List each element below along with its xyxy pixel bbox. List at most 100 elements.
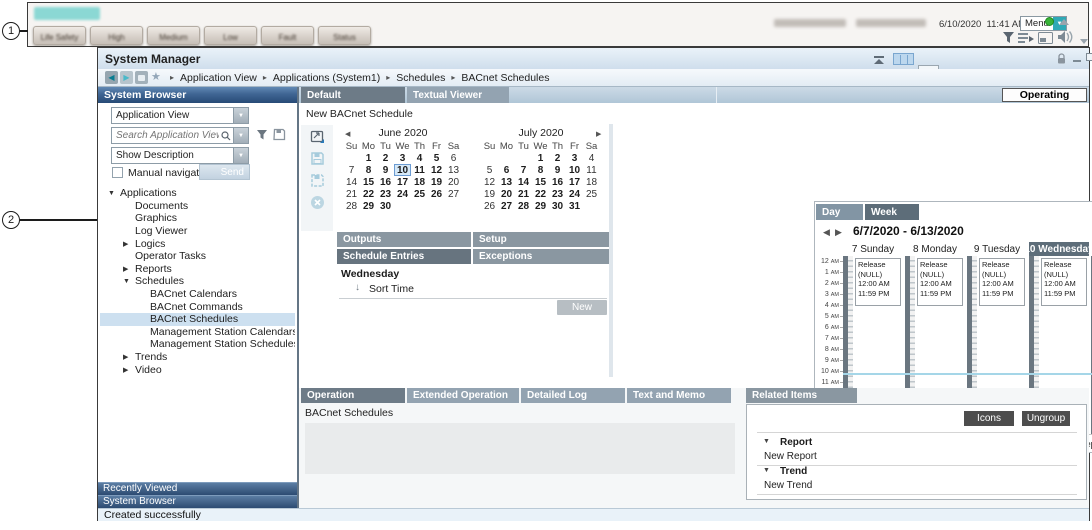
tree-item-reports[interactable]: ▶Reports: [100, 263, 295, 276]
tab-extended-operation[interactable]: Extended Operation: [407, 388, 519, 403]
calendar-day-cell[interactable]: 23: [549, 188, 566, 200]
tree-item-applications[interactable]: ▼Applications: [100, 187, 295, 200]
breadcrumb-item[interactable]: Schedules: [396, 72, 445, 84]
related-item-link[interactable]: New Trend: [764, 480, 812, 491]
schedule-event[interactable]: Release(NULL)12:00 AM11:59 PM: [855, 258, 901, 306]
week-day-header[interactable]: 9 Tuesday: [967, 242, 1027, 256]
calendar-day-cell[interactable]: 18: [411, 176, 428, 188]
calendar-day-cell[interactable]: 29: [532, 200, 549, 212]
week-day-header[interactable]: 8 Monday: [905, 242, 965, 256]
summary-button-fault[interactable]: Fault: [261, 26, 314, 45]
tab-day[interactable]: Day: [816, 204, 863, 220]
restore-icon[interactable]: [1086, 53, 1092, 61]
properties-icon[interactable]: [310, 129, 325, 144]
calendar-day-cell[interactable]: 4: [583, 152, 600, 164]
expanded-arrow-icon[interactable]: ▼: [108, 190, 120, 197]
tree-item-bacnet-schedules[interactable]: BACnet Schedules: [100, 313, 295, 326]
back-icon[interactable]: ◀: [105, 71, 118, 84]
week-prev-icon[interactable]: ◀: [823, 227, 830, 238]
collapsed-arrow-icon[interactable]: ▶: [123, 240, 135, 248]
calendar-day-cell[interactable]: 3: [566, 152, 583, 164]
tab-detailed-log[interactable]: Detailed Log: [521, 388, 625, 403]
calendar-day-cell[interactable]: 1: [532, 152, 549, 164]
calendar-day-cell[interactable]: 4: [411, 152, 428, 164]
save-as-icon[interactable]: [310, 173, 325, 188]
tab-default[interactable]: Default: [301, 87, 405, 103]
tab-text-and-memo[interactable]: Text and Memo: [627, 388, 731, 403]
summary-button-life-safety[interactable]: Life Safety: [33, 26, 86, 45]
calendar-day-cell[interactable]: 17: [566, 176, 583, 188]
search-icon[interactable]: [221, 131, 231, 141]
search-box[interactable]: ▼: [111, 127, 249, 144]
expanded-arrow-icon[interactable]: ▼: [763, 438, 770, 445]
calendar-day-cell[interactable]: 25: [583, 188, 600, 200]
calendar-day-cell[interactable]: 15: [532, 176, 549, 188]
calendar-day-cell[interactable]: 6: [445, 152, 462, 164]
speaker-icon[interactable]: [1057, 30, 1074, 44]
calendar-day-cell[interactable]: 17: [394, 176, 411, 188]
calendar-day-cell[interactable]: 20: [498, 188, 515, 200]
collapse-pane-icon[interactable]: [874, 56, 884, 64]
calendar-day-cell[interactable]: 12: [428, 164, 445, 176]
collapse-summary-icon[interactable]: [1059, 19, 1069, 25]
sort-down-icon[interactable]: ↓: [355, 282, 360, 293]
calendar-day-cell[interactable]: 20: [445, 176, 462, 188]
calendar-day-cell[interactable]: 24: [394, 188, 411, 200]
calendar-day-cell[interactable]: 26: [481, 200, 498, 212]
recently-viewed-bar[interactable]: Recently Viewed: [98, 482, 298, 495]
calendar-day-cell[interactable]: 6: [498, 164, 515, 176]
lock-icon[interactable]: [1056, 53, 1067, 65]
summary-button-medium[interactable]: Medium: [147, 26, 200, 45]
ungroup-button[interactable]: Ungroup: [1022, 411, 1070, 426]
description-selector-dropdown[interactable]: Show Description ▼: [111, 147, 249, 164]
week-day-header[interactable]: 10 Wednesday: [1029, 242, 1089, 256]
calendar-day-cell[interactable]: 28: [343, 200, 360, 212]
view-selector-dropdown[interactable]: Application View ▼: [111, 107, 249, 124]
chevron-down-icon[interactable]: ▼: [233, 108, 248, 123]
tab-outputs[interactable]: Outputs: [337, 232, 471, 247]
related-items-header[interactable]: Related Items: [746, 388, 857, 403]
calendar-day-cell[interactable]: 13: [498, 176, 515, 188]
schedule-event[interactable]: Release(NULL)12:00 AM11:59 PM: [1041, 258, 1087, 306]
calendar-day-cell[interactable]: 2: [377, 152, 394, 164]
expand-more-icon[interactable]: [1080, 39, 1088, 44]
new-entry-button[interactable]: New: [557, 300, 607, 315]
tree-item-trends[interactable]: ▶Trends: [100, 351, 295, 364]
expanded-arrow-icon[interactable]: ▼: [123, 278, 135, 285]
chevron-down-icon[interactable]: ▼: [233, 148, 248, 163]
delete-icon[interactable]: [310, 195, 325, 210]
calendar-next-icon[interactable]: ▶: [596, 130, 601, 138]
calendar-day-cell[interactable]: 8: [532, 164, 549, 176]
calendar-day-cell[interactable]: 30: [377, 200, 394, 212]
filter-icon[interactable]: [1002, 31, 1015, 44]
tab-exceptions[interactable]: Exceptions: [473, 249, 609, 264]
week-next-icon[interactable]: ▶: [835, 227, 842, 238]
calendar-day-cell[interactable]: 11: [583, 164, 600, 176]
tree-item-schedules[interactable]: ▼Schedules: [100, 275, 295, 288]
calendar-day-cell[interactable]: 1: [360, 152, 377, 164]
calendar-day-cell[interactable]: 13: [445, 164, 462, 176]
editor-splitter[interactable]: [609, 124, 613, 377]
calendar-day-cell[interactable]: 21: [515, 188, 532, 200]
send-button[interactable]: Send: [199, 164, 250, 180]
calendar-day-cell[interactable]: 15: [360, 176, 377, 188]
operating-mode-button[interactable]: Operating: [1002, 88, 1087, 102]
pane-layout-icon[interactable]: [1038, 32, 1053, 44]
layout-3pane-icon[interactable]: [893, 53, 914, 65]
calendar-day-cell[interactable]: 14: [343, 176, 360, 188]
search-input[interactable]: [112, 129, 221, 142]
tree-filter-icon[interactable]: [256, 129, 268, 141]
breadcrumb-item[interactable]: BACnet Schedules: [461, 72, 549, 84]
calendar-day-cell[interactable]: 19: [481, 188, 498, 200]
calendar-day-cell[interactable]: 26: [428, 188, 445, 200]
calendar-day-cell[interactable]: 11: [411, 164, 428, 176]
tab-textual-viewer[interactable]: Textual Viewer: [407, 87, 509, 103]
calendar-day-cell[interactable]: 27: [445, 188, 462, 200]
search-history-arrow-icon[interactable]: ▼: [233, 128, 248, 143]
tree-item-logics[interactable]: ▶Logics: [100, 237, 295, 250]
calendar-day-cell[interactable]: 16: [377, 176, 394, 188]
tree-item-documents[interactable]: Documents: [100, 200, 295, 213]
tree-item-graphics[interactable]: Graphics: [100, 212, 295, 225]
calendar-day-cell[interactable]: 5: [428, 152, 445, 164]
breadcrumb-item[interactable]: Applications (System1): [273, 72, 380, 84]
